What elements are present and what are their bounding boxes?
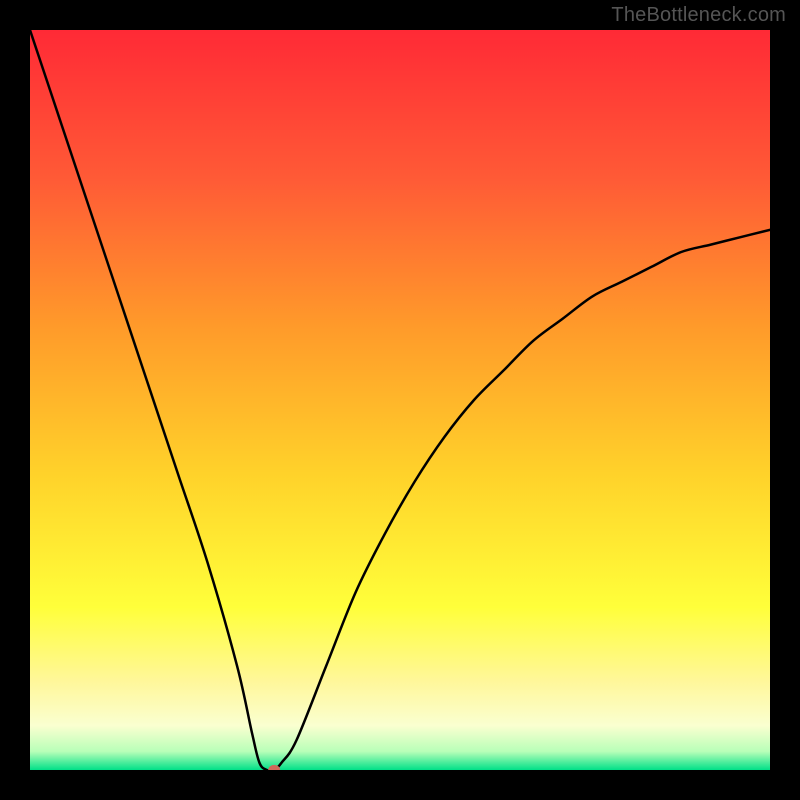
- chart-svg: [30, 30, 770, 770]
- chart-frame: TheBottleneck.com: [0, 0, 800, 800]
- plot-area: [30, 30, 770, 770]
- watermark-text: TheBottleneck.com: [611, 4, 786, 27]
- chart-background: [30, 30, 770, 770]
